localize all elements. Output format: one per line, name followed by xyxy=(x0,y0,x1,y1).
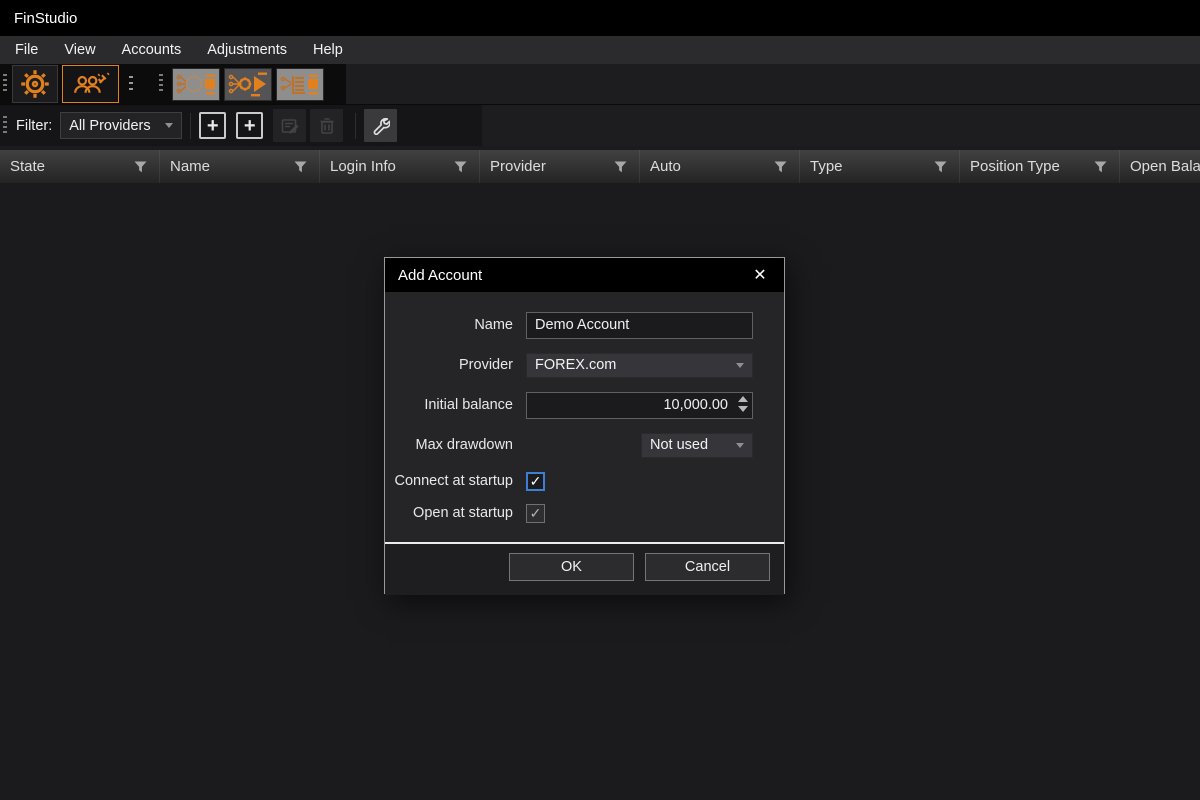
accounts-table-header: State Name Login Info Provider Auto Type… xyxy=(0,150,1200,183)
separator xyxy=(355,113,356,139)
open-at-startup-checkbox[interactable]: ✓ xyxy=(526,504,545,523)
trash-icon xyxy=(317,116,337,136)
account-settings-button[interactable] xyxy=(364,109,397,142)
connect-all-stop-icon xyxy=(175,71,217,98)
separator xyxy=(190,113,191,139)
menu-file[interactable]: File xyxy=(2,36,51,64)
orders-list-stop-icon xyxy=(279,71,321,98)
chevron-down-icon xyxy=(736,363,744,368)
gear-icon xyxy=(20,69,50,99)
initial-balance-field-row: Initial balance xyxy=(385,385,784,425)
provider-field-row: Provider FOREX.com xyxy=(385,345,784,385)
connect-at-startup-checkbox[interactable]: ✓ xyxy=(526,472,545,491)
connect-all-button[interactable] xyxy=(172,68,220,101)
provider-filter-dropdown[interactable]: All Providers xyxy=(60,112,182,139)
max-drawdown-field-row: Max drawdown Not used xyxy=(385,425,784,465)
name-field-label: Name xyxy=(385,317,526,333)
balance-spinner[interactable] xyxy=(738,396,748,412)
dialog-footer: OK Cancel xyxy=(385,544,784,595)
provider-dropdown[interactable]: FOREX.com xyxy=(526,353,753,378)
chevron-down-icon xyxy=(736,443,744,448)
close-icon[interactable]: ✕ xyxy=(749,265,771,285)
filter-funnel-icon[interactable] xyxy=(294,161,307,173)
window-titlebar: FinStudio xyxy=(0,0,1200,36)
plus-icon: + xyxy=(207,116,219,136)
column-header-state[interactable]: State xyxy=(0,150,160,183)
settings-button[interactable] xyxy=(12,65,58,103)
filter-funnel-icon[interactable] xyxy=(454,161,467,173)
max-drawdown-dropdown[interactable]: Not used xyxy=(641,433,753,458)
toolbar-grip-handle-2[interactable] xyxy=(159,74,163,94)
dialog-title: Add Account xyxy=(398,267,482,284)
app-title: FinStudio xyxy=(14,10,77,27)
filter-toolbar: Filter: All Providers + + xyxy=(0,105,1200,146)
menu-view[interactable]: View xyxy=(51,36,108,64)
column-header-name[interactable]: Name xyxy=(160,150,320,183)
initial-balance-input[interactable] xyxy=(526,392,753,419)
edit-note-icon xyxy=(280,116,300,136)
delete-account-button xyxy=(310,109,343,142)
add-account-button[interactable]: + xyxy=(199,112,226,139)
menu-help[interactable]: Help xyxy=(300,36,356,64)
menu-accounts[interactable]: Accounts xyxy=(109,36,195,64)
provider-field-label: Provider xyxy=(385,357,526,373)
filter-funnel-icon[interactable] xyxy=(1094,161,1107,173)
connect-at-startup-label: Connect at startup xyxy=(385,473,526,489)
dialog-body: Name Provider FOREX.com Initial balance xyxy=(385,292,784,595)
spinner-up-icon[interactable] xyxy=(738,396,748,402)
filter-strip: Filter: All Providers + + xyxy=(0,105,482,146)
ok-button[interactable]: OK xyxy=(509,553,634,581)
plus-icon: + xyxy=(244,116,256,136)
max-drawdown-value: Not used xyxy=(650,437,708,453)
check-icon: ✓ xyxy=(530,473,542,490)
filter-grip-handle[interactable] xyxy=(3,116,7,136)
column-header-login-info[interactable]: Login Info xyxy=(320,150,480,183)
autotrade-gear-start-icon xyxy=(227,71,269,98)
dialog-titlebar[interactable]: Add Account ✕ xyxy=(385,258,784,292)
add-simulated-account-button[interactable]: + xyxy=(236,112,263,139)
menu-bar: File View Accounts Adjustments Help xyxy=(0,36,1200,64)
filter-funnel-icon[interactable] xyxy=(134,161,147,173)
chevron-down-icon xyxy=(165,123,173,128)
provider-filter-value: All Providers xyxy=(69,118,150,134)
add-account-dialog: Add Account ✕ Name Provider FOREX.com xyxy=(384,257,785,594)
orders-stop-button[interactable] xyxy=(276,68,324,101)
filter-funnel-icon[interactable] xyxy=(774,161,787,173)
toolbar-grip-handle[interactable] xyxy=(3,74,7,94)
column-header-position-type[interactable]: Position Type xyxy=(960,150,1120,183)
edit-account-button xyxy=(273,109,306,142)
menu-adjustments[interactable]: Adjustments xyxy=(194,36,300,64)
spinner-down-icon[interactable] xyxy=(738,406,748,412)
connect-at-startup-row: Connect at startup ✓ xyxy=(385,465,784,497)
open-at-startup-row: Open at startup ✓ xyxy=(385,497,784,529)
column-header-auto[interactable]: Auto xyxy=(640,150,800,183)
column-header-provider[interactable]: Provider xyxy=(480,150,640,183)
provider-value: FOREX.com xyxy=(535,357,616,373)
max-drawdown-label: Max drawdown xyxy=(385,437,526,453)
cancel-button[interactable]: Cancel xyxy=(645,553,770,581)
filter-funnel-icon[interactable] xyxy=(614,161,627,173)
toolbar-overflow-button[interactable] xyxy=(129,76,133,92)
accounts-people-plug-icon xyxy=(71,72,111,96)
toolbar-strip xyxy=(0,64,346,104)
column-header-type[interactable]: Type xyxy=(800,150,960,183)
name-field-row: Name xyxy=(385,305,784,345)
wrench-icon xyxy=(371,116,390,135)
filter-label: Filter: xyxy=(16,118,52,134)
initial-balance-label: Initial balance xyxy=(385,397,526,413)
auto-trading-start-button[interactable] xyxy=(224,68,272,101)
check-icon: ✓ xyxy=(530,505,542,522)
name-input[interactable] xyxy=(526,312,753,339)
accounts-panel-button[interactable] xyxy=(62,65,119,103)
open-at-startup-label: Open at startup xyxy=(385,505,526,521)
main-toolbar xyxy=(0,64,1200,105)
filter-funnel-icon[interactable] xyxy=(934,161,947,173)
column-header-open-balance[interactable]: Open Balance xyxy=(1120,150,1200,183)
